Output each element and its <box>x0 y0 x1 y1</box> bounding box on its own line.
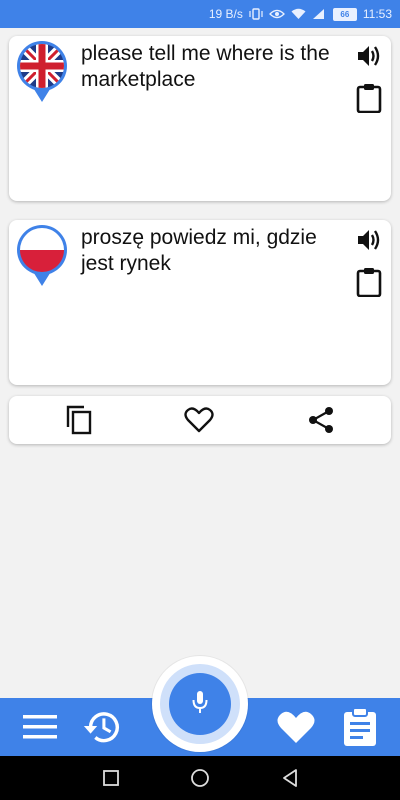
share-icon[interactable] <box>305 404 337 436</box>
clipboard-icon[interactable] <box>355 82 383 114</box>
clock: 11:53 <box>362 7 392 21</box>
wifi-icon <box>291 8 306 20</box>
copy-icon[interactable] <box>63 404 95 436</box>
back-icon[interactable] <box>278 766 302 790</box>
eye-icon <box>268 8 285 20</box>
signal-icon <box>312 8 325 20</box>
heart-icon[interactable] <box>275 706 317 748</box>
clipboard-icon[interactable] <box>355 266 383 298</box>
mic-ring <box>160 664 240 744</box>
poland-flag-icon[interactable] <box>16 224 68 292</box>
home-icon[interactable] <box>188 766 212 790</box>
mic-button-container <box>152 656 248 752</box>
history-icon[interactable] <box>81 706 123 748</box>
status-indicators: 19 B/s 66 11:53 <box>209 0 392 28</box>
target-card: proszę powiedz mi, gdzie jest rynek <box>9 220 391 385</box>
recents-icon[interactable] <box>99 766 123 790</box>
source-card: please tell me where is the marketplace <box>9 36 391 201</box>
translation-actions <box>9 396 391 444</box>
mic-icon <box>191 690 209 719</box>
mic-button[interactable] <box>169 673 231 735</box>
target-text[interactable]: proszę powiedz mi, gdzie jest rynek <box>81 225 349 277</box>
menu-icon[interactable] <box>19 706 61 748</box>
net-speed: 19 B/s <box>208 7 243 21</box>
source-text[interactable]: please tell me where is the marketplace <box>81 41 349 93</box>
speaker-icon[interactable] <box>355 226 383 254</box>
vibrate-icon <box>249 8 263 20</box>
battery-icon: 66 <box>332 7 357 21</box>
heart-icon[interactable] <box>183 404 215 436</box>
speaker-icon[interactable] <box>355 42 383 70</box>
system-nav-bar <box>0 756 400 800</box>
status-bar: 19 B/s 66 11:53 <box>0 0 400 28</box>
clipboard-list-icon[interactable] <box>339 706 381 748</box>
uk-flag-icon[interactable] <box>16 40 68 108</box>
